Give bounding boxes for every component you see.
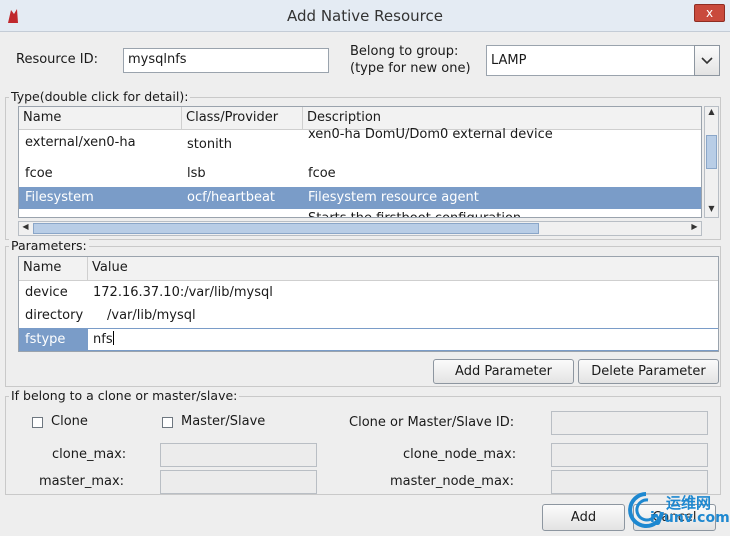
master-max-input[interactable]	[160, 470, 317, 494]
type-class-cell: ocf/heartbeat	[187, 190, 276, 205]
param-value-cell: 172.16.37.10:/var/lib/mysql	[93, 285, 273, 300]
type-legend: Type(double click for detail):	[9, 89, 191, 104]
type-description-cell: Filesystem resource agent	[308, 190, 479, 205]
clone-node-max-label: clone_node_max:	[403, 447, 517, 462]
type-description-cell: fcoe	[308, 166, 336, 181]
watermark-text-url: iyunv.com	[650, 510, 730, 526]
param-value-cell: /var/lib/mysql	[107, 308, 196, 323]
clone-id-label: Clone or Master/Slave ID:	[349, 415, 515, 430]
clone-legend: If belong to a clone or master/slave:	[9, 388, 240, 403]
horizontal-scroll-thumb[interactable]	[33, 223, 539, 234]
scroll-up-icon[interactable]: ▲	[705, 107, 718, 120]
clone-max-input[interactable]	[160, 443, 317, 467]
group-combo-input[interactable]: LAMP	[486, 45, 695, 76]
resource-id-input[interactable]: mysqlnfs	[123, 48, 329, 73]
type-name-cell: external/xen0-ha	[25, 135, 136, 150]
table-row[interactable]: fcoe lsb fcoe	[19, 163, 701, 185]
scroll-right-icon[interactable]: ▶	[688, 222, 701, 235]
type-description-cell: xen0-ha DomU/Dom0 external device	[308, 127, 553, 142]
add-button[interactable]: Add	[542, 504, 625, 531]
group-label-hint: (type for new one)	[350, 61, 471, 76]
param-name-cell: directory	[25, 308, 84, 323]
resource-type-table: Name Class/Provider Description external…	[18, 106, 702, 218]
table-row[interactable]: external/xen0-ha stonith xen0-ha DomU/Do…	[19, 127, 701, 155]
type-header-name[interactable]: Name	[19, 107, 182, 130]
table-row-editing[interactable]: fstype nfs	[19, 328, 718, 351]
type-table-horizontal-scrollbar[interactable]: ◀ ▶	[18, 221, 702, 236]
clone-checkbox-label[interactable]: Clone	[51, 414, 88, 429]
master-node-max-label: master_node_max:	[390, 474, 514, 489]
text-cursor	[112, 331, 114, 345]
type-header-class[interactable]: Class/Provider	[182, 107, 303, 130]
title-bar: Add Native Resource x	[0, 0, 730, 32]
table-row[interactable]: directory /var/lib/mysql	[19, 305, 718, 327]
vertical-scroll-thumb[interactable]	[706, 135, 717, 169]
type-class-cell: lsb	[187, 166, 206, 181]
chevron-down-icon	[701, 57, 713, 65]
type-name-cell: Filesystem	[25, 190, 94, 205]
resource-id-label: Resource ID:	[16, 52, 98, 67]
type-table-vertical-scrollbar[interactable]: ▲ ▼	[704, 106, 719, 218]
group-dropdown-button[interactable]	[694, 45, 720, 76]
param-header-name[interactable]: Name	[19, 257, 88, 281]
param-value-edit-field[interactable]: nfs	[89, 329, 114, 351]
table-row[interactable]: Starts the firstboot configuration	[19, 210, 701, 217]
param-name-cell: device	[25, 285, 68, 300]
master-slave-checkbox[interactable]	[162, 417, 173, 428]
param-value-text: nfs	[93, 332, 113, 347]
param-name-cell: fstype	[20, 329, 88, 350]
param-header-value[interactable]: Value	[88, 257, 718, 281]
type-class-cell: stonith	[187, 137, 233, 152]
close-button[interactable]: x	[694, 4, 725, 22]
scroll-down-icon[interactable]: ▼	[705, 204, 718, 217]
table-row-selected[interactable]: Filesystem ocf/heartbeat Filesystem reso…	[19, 187, 701, 209]
watermark: 运维网 iyunv.com	[622, 488, 730, 536]
window-title: Add Native Resource	[287, 7, 443, 25]
parameters-legend: Parameters:	[9, 238, 89, 253]
type-name-cell: fcoe	[25, 166, 53, 181]
clone-max-label: clone_max:	[52, 447, 127, 462]
clone-id-input[interactable]	[551, 411, 708, 435]
master-slave-checkbox-label[interactable]: Master/Slave	[181, 414, 265, 429]
clone-node-max-input[interactable]	[551, 443, 708, 467]
table-row[interactable]: device 172.16.37.10:/var/lib/mysql	[19, 282, 718, 304]
type-description-cell: Starts the firstboot configuration	[304, 210, 521, 217]
clone-checkbox[interactable]	[32, 417, 43, 428]
master-max-label: master_max:	[39, 474, 125, 489]
group-label: Belong to group:	[350, 44, 459, 59]
parameters-table: Name Value device 172.16.37.10:/var/lib/…	[18, 256, 719, 352]
delete-parameter-button[interactable]: Delete Parameter	[578, 359, 719, 384]
scroll-left-icon[interactable]: ◀	[19, 222, 32, 235]
add-parameter-button[interactable]: Add Parameter	[433, 359, 574, 384]
